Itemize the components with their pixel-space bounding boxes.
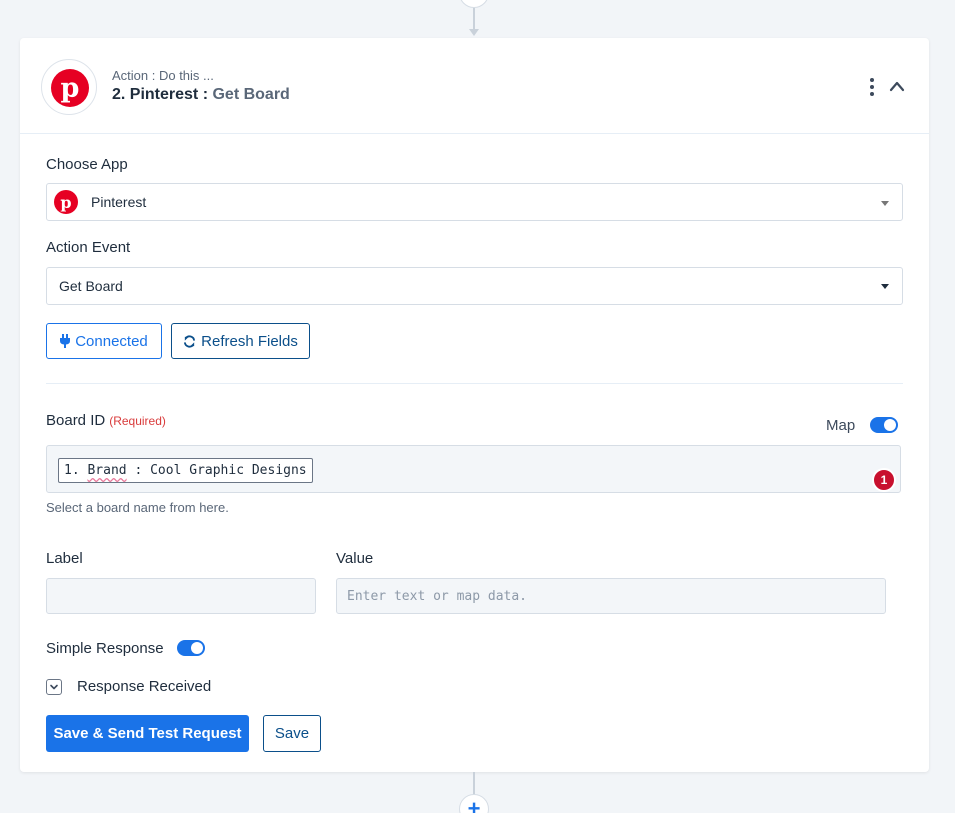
arrow-down-icon (469, 29, 479, 36)
save-send-test-button[interactable]: Save & Send Test Request (46, 715, 249, 752)
board-id-field[interactable]: 1. Brand : Cool Graphic Designs (46, 445, 901, 493)
chevron-up-icon[interactable] (888, 78, 906, 94)
response-received-expander[interactable] (46, 679, 62, 695)
choose-app-label: Choose App (46, 156, 128, 173)
value-input-placeholder: Enter text or map data. (347, 588, 528, 604)
plug-icon (60, 334, 71, 348)
label-field-label: Label (46, 550, 83, 567)
chevron-down-icon (50, 684, 58, 690)
kebab-menu-icon[interactable] (868, 78, 876, 96)
section-divider (46, 383, 903, 384)
connected-button[interactable]: Connected (46, 323, 162, 359)
connected-button-label: Connected (75, 332, 148, 350)
required-tag: (Required) (109, 414, 166, 428)
simple-response-label: Simple Response (46, 640, 164, 657)
chip-prefix: 1. (64, 463, 88, 478)
map-label: Map (826, 417, 856, 434)
pinterest-logo-icon: p (54, 190, 78, 214)
value-field-label: Value (336, 550, 374, 567)
choose-app-select[interactable]: p Pinterest (46, 183, 903, 221)
board-id-label-text: Board ID (46, 412, 106, 429)
refresh-icon (184, 334, 196, 348)
add-step-button[interactable]: + (459, 794, 489, 813)
value-input[interactable]: Enter text or map data. (336, 578, 886, 614)
app-logo: p (41, 59, 97, 115)
label-input[interactable] (46, 578, 316, 614)
action-step-card: p Action : Do this ... 2. Pinterest : Ge… (20, 38, 929, 772)
mapped-count-badge: 1 (872, 468, 896, 492)
chip-source: Brand (87, 463, 127, 478)
caret-down-icon (881, 201, 889, 206)
map-toggle[interactable] (870, 417, 898, 433)
choose-app-value: Pinterest (91, 194, 147, 210)
response-received-label: Response Received (77, 678, 212, 695)
refresh-fields-button[interactable]: Refresh Fields (171, 323, 310, 359)
action-event-value: Get Board (59, 278, 123, 294)
board-id-hint: Select a board name from here. (46, 500, 229, 515)
step-title-event: Get Board (212, 86, 290, 103)
step-subtitle: Action : Do this ... (112, 68, 214, 83)
plus-icon: + (467, 796, 481, 813)
refresh-fields-label: Refresh Fields (201, 332, 298, 350)
save-button-label: Save (274, 725, 310, 742)
previous-step-node[interactable] (459, 0, 489, 8)
simple-response-toggle[interactable] (177, 640, 205, 656)
step-header[interactable]: p Action : Do this ... 2. Pinterest : Ge… (20, 38, 929, 134)
board-id-label: Board ID (Required) (46, 412, 166, 429)
caret-down-icon (881, 284, 889, 289)
pinterest-logo-icon: p (51, 69, 89, 107)
save-button[interactable]: Save (263, 715, 321, 752)
step-title: 2. Pinterest : Get Board (112, 86, 290, 104)
action-event-label: Action Event (46, 239, 131, 256)
chip-value: : Cool Graphic Designs (126, 463, 307, 478)
action-event-select[interactable]: Get Board (46, 267, 903, 305)
mapped-data-chip[interactable]: 1. Brand : Cool Graphic Designs (58, 458, 313, 483)
step-title-app: 2. Pinterest : (112, 86, 213, 103)
